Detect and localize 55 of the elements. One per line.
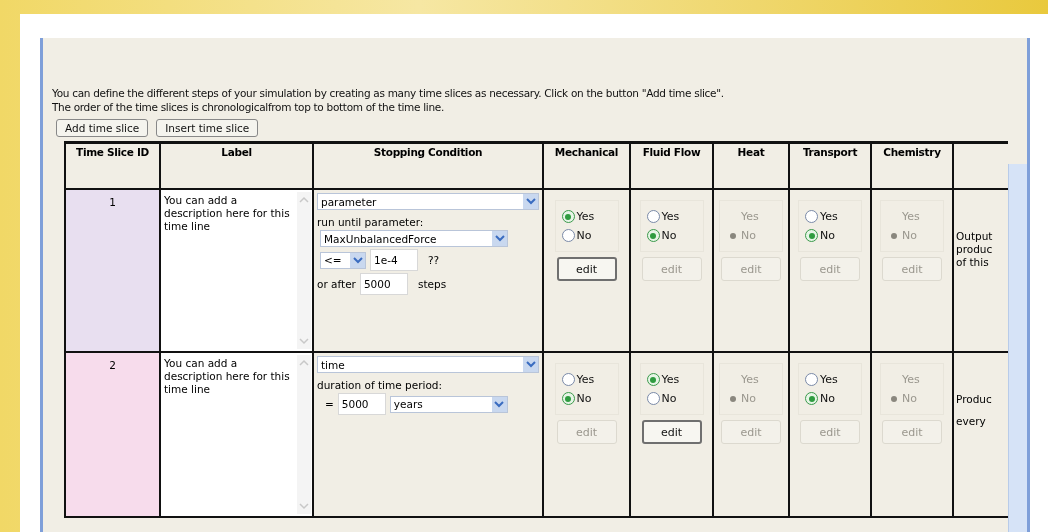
dropdown-icon — [350, 252, 365, 268]
dropdown-icon — [491, 396, 507, 412]
steps-field[interactable]: 5000 — [359, 273, 408, 295]
dropdown-icon — [492, 231, 507, 246]
dropdown-icon — [523, 194, 538, 209]
label-textarea[interactable]: You can add a description here for this time line — [161, 190, 312, 351]
scrollbar[interactable] — [297, 355, 311, 514]
edit-button[interactable]: edit — [641, 420, 702, 444]
radio-option[interactable]: Yes — [561, 370, 618, 389]
output-text: produc — [956, 243, 994, 256]
output-text: of this — [956, 256, 990, 269]
instruction-text: You can define the different steps of your simulation by creating as many time slices as necessary. Click on the button "Add time slice". — [52, 86, 725, 100]
id-cell: 2 — [65, 352, 160, 517]
steps-label: steps — [417, 278, 447, 290]
duration-field[interactable]: 5000 — [337, 393, 386, 415]
radio-option[interactable]: No — [561, 226, 618, 245]
scrollbar[interactable] — [1008, 164, 1027, 532]
edit-button[interactable]: edit — [556, 257, 617, 281]
id-cell: 1 — [65, 189, 160, 352]
radio-option[interactable]: No — [646, 226, 703, 245]
radio-option[interactable]: Yes — [646, 370, 703, 389]
unit-text: ?? — [428, 254, 440, 266]
after-label: or after — [317, 278, 356, 290]
scrollbar[interactable] — [297, 192, 311, 349]
radio-option[interactable]: No — [561, 389, 618, 408]
label-textarea[interactable]: You can add a description here for this time line — [161, 353, 312, 516]
radio-option[interactable]: No — [805, 226, 861, 245]
output-text: every — [956, 415, 987, 428]
condition-caption: duration of time period: — [317, 379, 444, 391]
condition-select[interactable]: time — [317, 356, 539, 373]
output-text: Output — [956, 230, 994, 243]
radio-option[interactable]: Yes — [646, 207, 703, 226]
column-header: Fluid Flow — [630, 142, 713, 189]
radio-option[interactable]: No — [805, 389, 861, 408]
condition-select[interactable]: parameter — [317, 193, 539, 210]
condition-caption: run until parameter: — [317, 216, 425, 228]
add-button[interactable]: Add time slice — [56, 119, 149, 137]
operator-select[interactable]: <= — [320, 251, 366, 269]
column-header: Transport — [789, 142, 871, 189]
column-header: Stopping Condition — [313, 142, 543, 189]
column-header: Chemistry — [871, 142, 953, 189]
radio-option[interactable]: No — [646, 389, 703, 408]
column-header: Mechanical — [543, 142, 630, 189]
radio-option[interactable]: Yes — [561, 207, 618, 226]
operator-text: = — [325, 398, 334, 410]
dropdown-icon — [523, 357, 538, 372]
output-text: Produc — [956, 393, 993, 406]
unit-select[interactable]: years — [389, 395, 508, 413]
variable-select[interactable]: MaxUnbalancedForce — [320, 230, 508, 247]
radio-option[interactable]: Yes — [805, 370, 861, 389]
column-header: Heat — [713, 142, 789, 189]
instruction-text: The order of the time slices is chronologicalfrom top to bottom of the time line. — [52, 100, 445, 114]
threshold-field[interactable]: 1e-4 — [370, 249, 418, 271]
insert-button[interactable]: Insert time slice — [156, 119, 259, 137]
radio-option[interactable]: Yes — [805, 207, 861, 226]
